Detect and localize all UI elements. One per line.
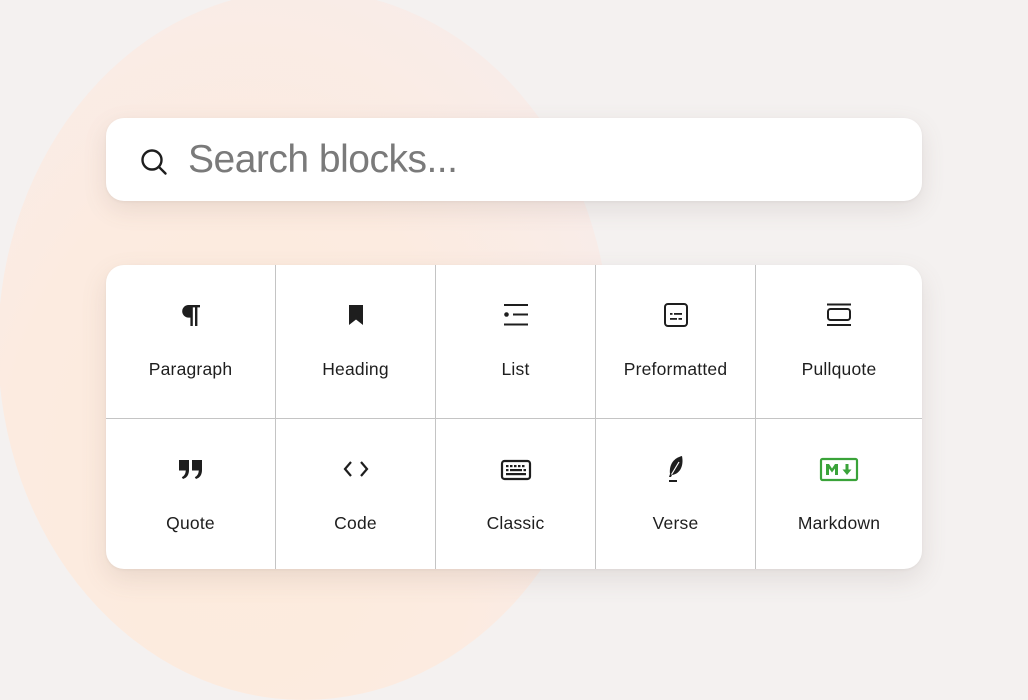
code-icon — [343, 461, 368, 477]
block-verse[interactable]: Verse — [596, 419, 756, 569]
block-grid: Paragraph Heading List Preformatted Pull… — [106, 265, 922, 569]
block-label: Quote — [166, 513, 215, 533]
block-preformatted[interactable]: Preformatted — [596, 265, 756, 419]
block-label: List — [501, 359, 530, 379]
search-icon — [141, 149, 167, 175]
preformatted-icon — [663, 303, 688, 327]
block-label: Verse — [652, 513, 699, 533]
block-quote[interactable]: Quote — [106, 419, 276, 569]
paragraph-icon — [181, 305, 200, 326]
block-label: Markdown — [797, 513, 881, 533]
block-paragraph[interactable]: Paragraph — [106, 265, 276, 419]
markdown-icon — [819, 457, 859, 482]
block-label: Paragraph — [148, 359, 233, 379]
block-markdown[interactable]: Markdown — [756, 419, 922, 569]
block-label: Classic — [486, 513, 545, 533]
feather-icon — [668, 456, 683, 482]
block-list[interactable]: List — [436, 265, 596, 419]
search-bar[interactable] — [106, 118, 922, 201]
block-classic[interactable]: Classic — [436, 419, 596, 569]
pullquote-icon — [827, 303, 851, 326]
block-label: Pullquote — [801, 359, 877, 379]
block-pullquote[interactable]: Pullquote — [756, 265, 922, 419]
list-icon — [503, 304, 528, 326]
block-heading[interactable]: Heading — [276, 265, 436, 419]
bookmark-icon — [348, 305, 363, 325]
block-label: Preformatted — [623, 359, 728, 379]
quote-icon — [178, 460, 202, 479]
block-label: Heading — [322, 359, 389, 379]
block-code[interactable]: Code — [276, 419, 436, 569]
search-input[interactable] — [188, 134, 888, 186]
block-label: Code — [334, 513, 377, 533]
keyboard-icon — [500, 459, 531, 481]
